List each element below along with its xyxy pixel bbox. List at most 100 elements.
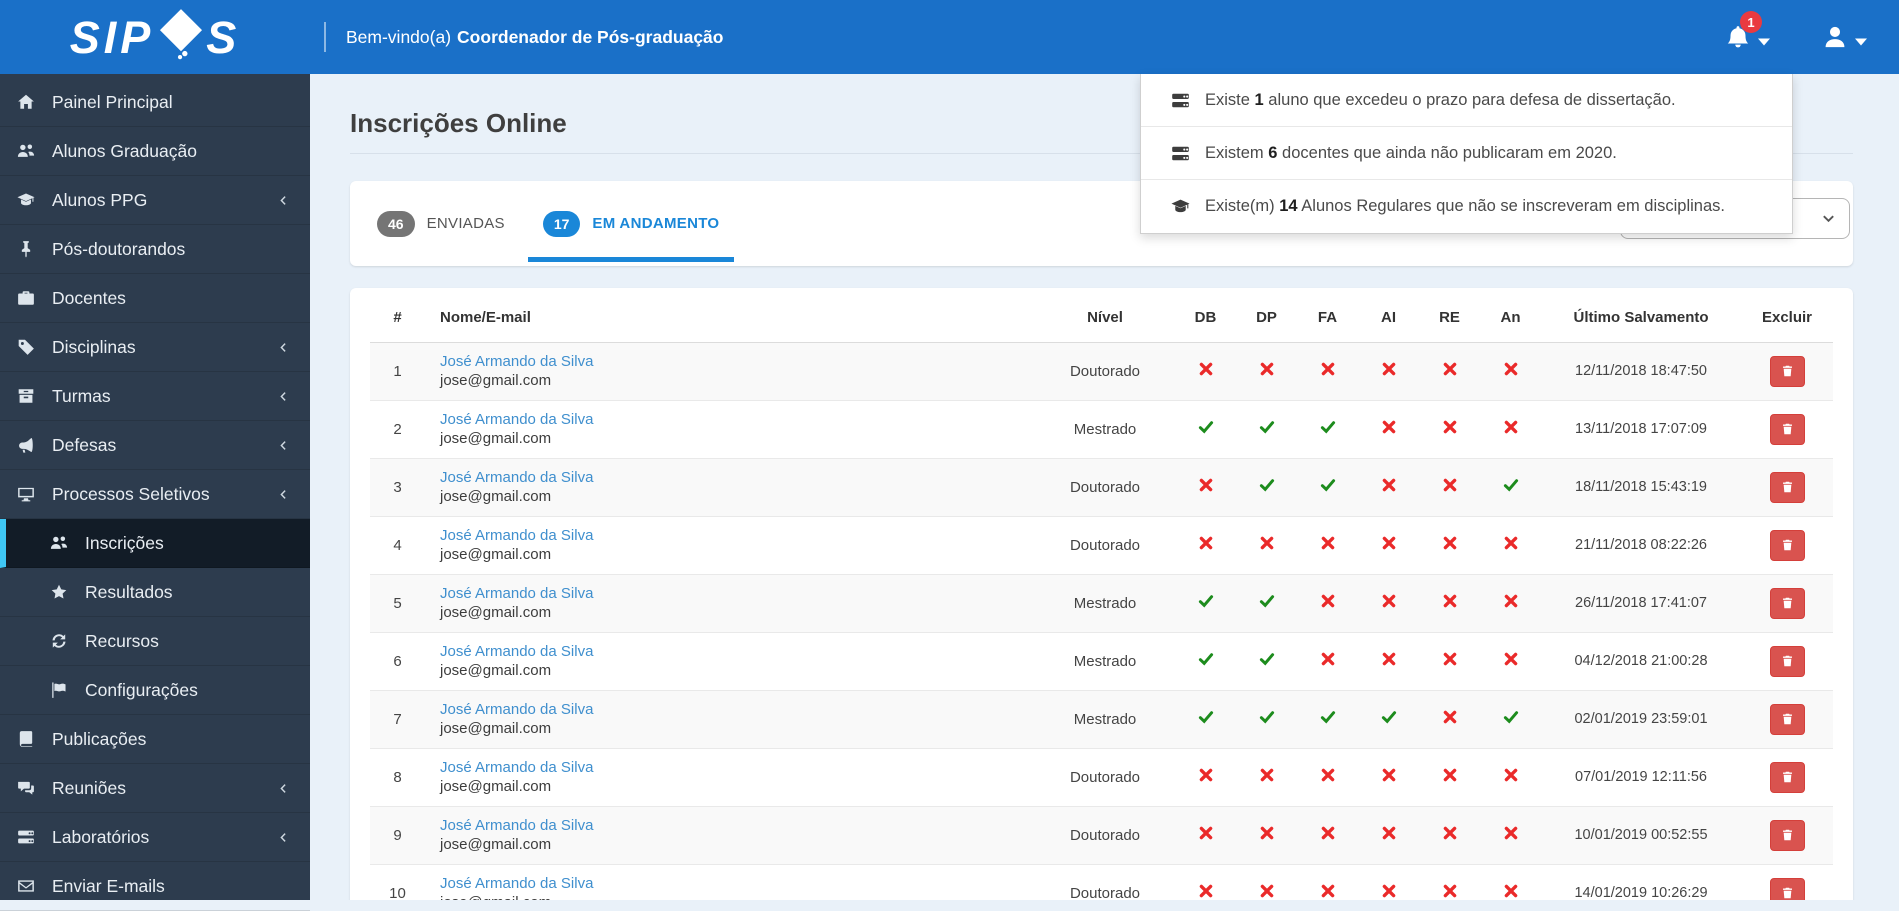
chevron-left-icon bbox=[277, 341, 290, 354]
cross-icon bbox=[1442, 477, 1458, 493]
status-re bbox=[1419, 806, 1480, 865]
row-number: 5 bbox=[370, 574, 425, 633]
sidebar-item-alunos-ppg[interactable]: Alunos PPG bbox=[0, 176, 310, 225]
status-dp bbox=[1236, 632, 1297, 691]
inscriptions-table-card: # Nome/E-mail Nível DB DP FA AI RE An Último Salv… bbox=[350, 288, 1853, 900]
status-dp bbox=[1236, 690, 1297, 749]
last-saved: 18/11/2018 15:43:19 bbox=[1541, 458, 1741, 517]
student-name-link[interactable]: José Armando da Silva bbox=[440, 353, 1034, 370]
status-re bbox=[1419, 748, 1480, 807]
graduation-cap-icon bbox=[15, 191, 37, 209]
delete-button[interactable] bbox=[1769, 529, 1805, 561]
tab-label: EM ANDAMENTO bbox=[592, 215, 720, 232]
flag-icon bbox=[48, 681, 70, 699]
cross-icon bbox=[1320, 361, 1336, 377]
sidebar-item-disciplinas[interactable]: Disciplinas bbox=[0, 323, 310, 372]
notification-item[interactable]: Existem 6 docentes que ainda não publica… bbox=[1141, 127, 1792, 180]
student-name-link[interactable]: José Armando da Silva bbox=[440, 527, 1034, 544]
status-an bbox=[1480, 400, 1541, 459]
home-icon bbox=[15, 93, 37, 111]
cross-icon bbox=[1198, 825, 1214, 841]
student-name-link[interactable]: José Armando da Silva bbox=[440, 585, 1034, 602]
student-name-link[interactable]: José Armando da Silva bbox=[440, 701, 1034, 718]
status-re bbox=[1419, 632, 1480, 691]
sidebar-item-pos-doutorandos[interactable]: Pós-doutorandos bbox=[0, 225, 310, 274]
status-ai bbox=[1358, 516, 1419, 575]
student-name-link[interactable]: José Armando da Silva bbox=[440, 759, 1034, 776]
delete-button[interactable] bbox=[1769, 355, 1805, 387]
sidebar-item-turmas[interactable]: Turmas bbox=[0, 372, 310, 421]
student-name-link[interactable]: José Armando da Silva bbox=[440, 817, 1034, 834]
sidebar-item-alunos-graduacao[interactable]: Alunos Graduação bbox=[0, 127, 310, 176]
student-name-link[interactable]: José Armando da Silva bbox=[440, 469, 1034, 486]
notifications-menu[interactable]: 1 bbox=[1725, 11, 1770, 50]
notification-text: Existem 6 docentes que ainda não publica… bbox=[1205, 143, 1617, 162]
chevron-left-icon bbox=[277, 782, 290, 795]
cross-icon bbox=[1442, 535, 1458, 551]
user-menu[interactable] bbox=[1822, 24, 1867, 50]
trash-icon bbox=[1781, 538, 1794, 552]
delete-button[interactable] bbox=[1769, 819, 1805, 851]
notification-item[interactable]: Existe(m) 14 Alunos Regulares que não se… bbox=[1141, 180, 1792, 233]
student-email: jose@gmail.com bbox=[440, 604, 552, 621]
status-fa bbox=[1297, 632, 1358, 691]
status-an bbox=[1480, 458, 1541, 517]
cross-icon bbox=[1198, 767, 1214, 783]
delete-button[interactable] bbox=[1769, 471, 1805, 503]
tab-count-badge: 46 bbox=[377, 210, 415, 237]
check-icon bbox=[1503, 477, 1519, 493]
sidebar-item-inscricoes[interactable]: Inscrições bbox=[0, 519, 310, 568]
column-header-nivel: Nível bbox=[1035, 294, 1175, 343]
sidebar-item-docentes[interactable]: Docentes bbox=[0, 274, 310, 323]
row-number: 9 bbox=[370, 806, 425, 865]
status-dp bbox=[1236, 806, 1297, 865]
user-icon bbox=[1822, 24, 1848, 50]
row-number: 8 bbox=[370, 748, 425, 807]
delete-button[interactable] bbox=[1769, 703, 1805, 735]
delete-button[interactable] bbox=[1769, 645, 1805, 677]
trash-icon bbox=[1781, 828, 1794, 842]
tag-icon bbox=[15, 338, 37, 356]
level-cell: Doutorado bbox=[1035, 806, 1175, 865]
last-saved: 04/12/2018 21:00:28 bbox=[1541, 632, 1741, 691]
sidebar-item-label: Reuniões bbox=[52, 777, 126, 798]
sidebar-item-painel-principal[interactable]: Painel Principal bbox=[0, 78, 310, 127]
tab-enviadas[interactable]: 46 ENVIADAS bbox=[362, 181, 520, 266]
tab-em-andamento[interactable]: 17 EM ANDAMENTO bbox=[527, 181, 735, 266]
last-saved: 21/11/2018 08:22:26 bbox=[1541, 516, 1741, 575]
trash-icon bbox=[1781, 712, 1794, 726]
trash-icon bbox=[1781, 364, 1794, 378]
trash-icon bbox=[1781, 886, 1794, 900]
student-name-link[interactable]: José Armando da Silva bbox=[440, 643, 1034, 660]
delete-button[interactable] bbox=[1769, 413, 1805, 445]
welcome-prefix: Bem-vindo(a) bbox=[346, 26, 452, 47]
row-number: 3 bbox=[370, 458, 425, 517]
sidebar-item-reunioes[interactable]: Reuniões bbox=[0, 764, 310, 813]
check-icon bbox=[1320, 419, 1336, 435]
student-name-link[interactable]: José Armando da Silva bbox=[440, 411, 1034, 428]
sidebar-item-label: Inscrições bbox=[85, 532, 164, 553]
student-name-link[interactable]: José Armando da Silva bbox=[440, 875, 1034, 892]
cross-icon bbox=[1503, 767, 1519, 783]
cross-icon bbox=[1381, 883, 1397, 899]
sidebar-item-enviar-e-mails[interactable]: Enviar E-mails bbox=[0, 862, 310, 911]
app-logo[interactable]: SIP S bbox=[0, 8, 310, 67]
cross-icon bbox=[1442, 651, 1458, 667]
sidebar-item-publicacoes[interactable]: Publicações bbox=[0, 715, 310, 764]
sidebar-item-laboratorios[interactable]: Laboratórios bbox=[0, 813, 310, 862]
sidebar-item-label: Resultados bbox=[85, 581, 173, 602]
welcome-message: Bem-vindo(a) Coordenador de Pós-graduação bbox=[346, 27, 723, 48]
sidebar-item-configuracoes[interactable]: Configurações bbox=[0, 666, 310, 715]
notification-item[interactable]: Existe 1 aluno que excedeu o prazo para … bbox=[1141, 74, 1792, 127]
table-row: 7 José Armando da Silva jose@gmail.com Mest… bbox=[370, 690, 1833, 749]
delete-button[interactable] bbox=[1769, 761, 1805, 793]
status-fa bbox=[1297, 574, 1358, 633]
sidebar-item-processos-seletivos[interactable]: Processos Seletivos bbox=[0, 470, 310, 519]
delete-button[interactable] bbox=[1769, 877, 1805, 900]
header-separator bbox=[324, 22, 326, 52]
delete-button[interactable] bbox=[1769, 587, 1805, 619]
status-db bbox=[1175, 632, 1236, 691]
sidebar-item-resultados[interactable]: Resultados bbox=[0, 568, 310, 617]
sidebar-item-defesas[interactable]: Defesas bbox=[0, 421, 310, 470]
sidebar-item-recursos[interactable]: Recursos bbox=[0, 617, 310, 666]
